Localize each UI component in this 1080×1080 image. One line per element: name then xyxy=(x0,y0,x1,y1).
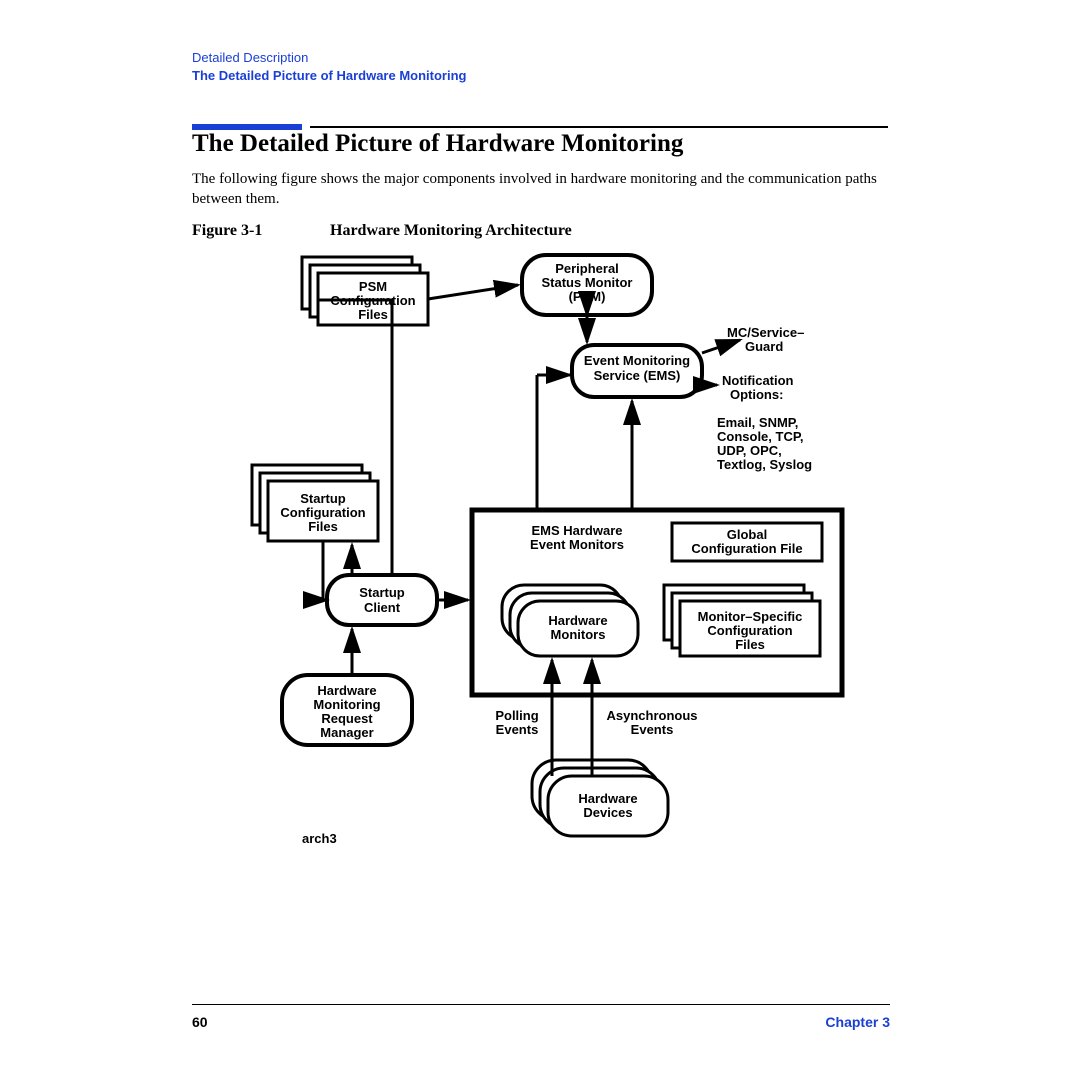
svg-text:Email, SNMP,: Email, SNMP, xyxy=(717,415,798,430)
svg-text:Events: Events xyxy=(496,722,539,737)
notification-label: Notification Options: Email, SNMP, Conso… xyxy=(717,373,812,472)
header-section: The Detailed Picture of Hardware Monitor… xyxy=(192,68,466,83)
svg-text:Notification: Notification xyxy=(722,373,794,388)
svg-text:Options:: Options: xyxy=(730,387,783,402)
svg-text:UDP, OPC,: UDP, OPC, xyxy=(717,443,782,458)
event-labels: Polling Events Asynchronous Events xyxy=(495,708,697,737)
svg-text:Event Monitoring: Event Monitoring xyxy=(584,353,690,368)
page-title: The Detailed Picture of Hardware Monitor… xyxy=(192,130,683,158)
startup-client-node: Startup Client xyxy=(327,575,437,625)
svg-text:Configuration: Configuration xyxy=(707,623,792,638)
svg-text:MC/Service–: MC/Service– xyxy=(727,325,804,340)
svg-text:Devices: Devices xyxy=(583,805,632,820)
svg-text:Polling: Polling xyxy=(495,708,538,723)
svg-text:Configuration: Configuration xyxy=(280,505,365,520)
svg-text:Peripheral: Peripheral xyxy=(555,261,619,276)
psm-node: Peripheral Status Monitor (PSM) xyxy=(522,255,652,315)
svg-text:Console, TCP,: Console, TCP, xyxy=(717,429,803,444)
svg-text:Textlog, Syslog: Textlog, Syslog xyxy=(717,457,812,472)
svg-text:Hardware: Hardware xyxy=(578,791,637,806)
svg-text:Configuration File: Configuration File xyxy=(691,541,802,556)
svg-text:Files: Files xyxy=(358,307,388,322)
svg-text:Status Monitor: Status Monitor xyxy=(542,275,633,290)
svg-text:Hardware: Hardware xyxy=(548,613,607,628)
svg-text:EMS Hardware: EMS Hardware xyxy=(531,523,622,538)
figure-label: Figure 3-1 xyxy=(192,222,262,240)
svg-text:Events: Events xyxy=(631,722,674,737)
svg-text:Hardware: Hardware xyxy=(317,683,376,698)
svg-text:Global: Global xyxy=(727,527,767,542)
svg-text:Monitoring: Monitoring xyxy=(313,697,380,712)
hmrm-node: Hardware Monitoring Request Manager xyxy=(282,675,412,745)
startup-config-files-node: Startup Configuration Files xyxy=(252,465,378,541)
svg-text:Startup: Startup xyxy=(300,491,346,506)
intro-paragraph: The following figure shows the major com… xyxy=(192,170,890,209)
breadcrumb: Detailed Description xyxy=(192,50,308,65)
arch-label: arch3 xyxy=(302,831,337,846)
architecture-diagram: PSM Configuration Files Peripheral Statu… xyxy=(192,245,892,865)
svg-text:Guard: Guard xyxy=(745,339,783,354)
svg-text:(PSM): (PSM) xyxy=(569,289,606,304)
svg-text:Files: Files xyxy=(735,637,765,652)
svg-text:PSM: PSM xyxy=(359,279,387,294)
ems-container: EMS Hardware Event Monitors Hardware Mon… xyxy=(472,510,842,695)
figure-title: Hardware Monitoring Architecture xyxy=(330,222,572,240)
svg-text:Client: Client xyxy=(364,600,401,615)
svg-text:Monitor–Specific: Monitor–Specific xyxy=(698,609,803,624)
svg-text:Manager: Manager xyxy=(320,725,373,740)
svg-text:Startup: Startup xyxy=(359,585,405,600)
svg-text:Request: Request xyxy=(321,711,373,726)
svg-text:Files: Files xyxy=(308,519,338,534)
psm-config-files-node: PSM Configuration Files xyxy=(302,257,428,325)
svg-text:Asynchronous: Asynchronous xyxy=(606,708,697,723)
svg-text:Event Monitors: Event Monitors xyxy=(530,537,624,552)
svg-text:Service (EMS): Service (EMS) xyxy=(594,368,681,383)
ems-node: Event Monitoring Service (EMS) xyxy=(572,345,702,397)
footer-rule xyxy=(192,1004,890,1005)
page-number: 60 xyxy=(192,1014,208,1030)
svg-text:Monitors: Monitors xyxy=(551,627,606,642)
chapter-label: Chapter 3 xyxy=(825,1014,890,1030)
